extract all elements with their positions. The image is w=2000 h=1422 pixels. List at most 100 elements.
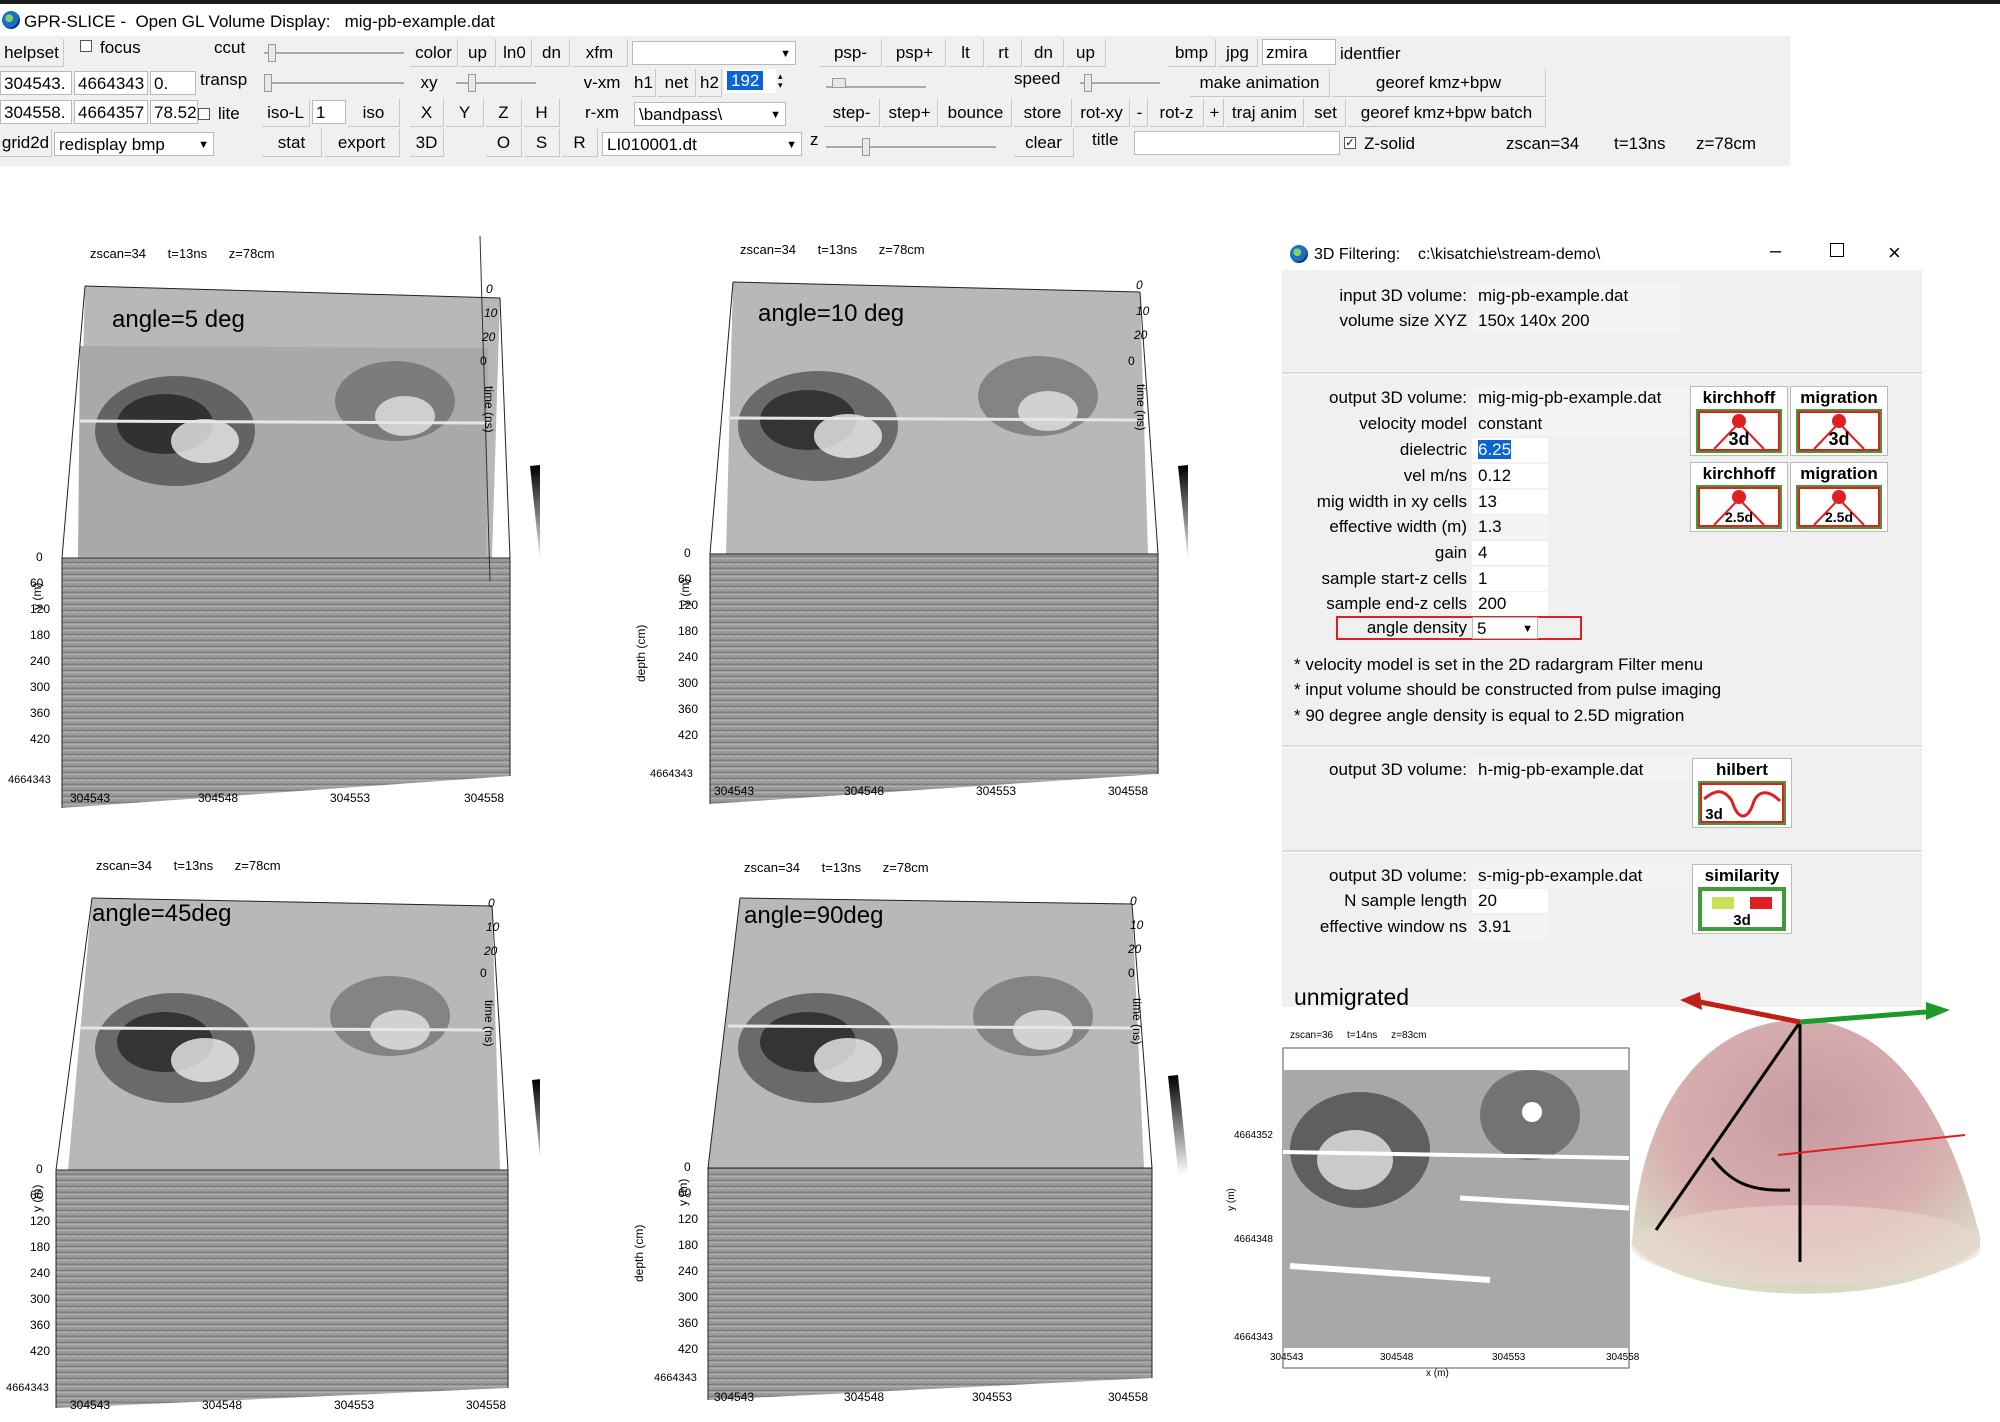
ccut-slider-thumb[interactable] [268,44,276,62]
iso-l-field[interactable]: 1 [312,100,346,124]
coord-z1-field[interactable]: 0. [150,71,196,95]
psp-slider-thumb[interactable] [832,78,846,88]
bmp-button[interactable]: bmp [1168,39,1216,67]
helpset-button[interactable]: helpset [0,39,64,67]
net-button[interactable]: net [658,69,696,97]
transp-slider[interactable] [264,82,404,84]
z-slider-thumb[interactable] [862,138,870,156]
dielectric-input[interactable]: 6.25 [1472,438,1548,462]
sample-start-input[interactable]: 1 [1472,567,1548,591]
jpg-button[interactable]: jpg [1218,39,1258,67]
clear-button[interactable]: clear [1014,129,1074,157]
coord-z2-field[interactable]: 78.52 [150,100,198,124]
o-button[interactable]: O [486,129,522,157]
y-axis-button[interactable]: Y [446,99,484,127]
cube-depth-tick: 240 [678,1264,699,1278]
angle-density-dropdown[interactable]: 5 ▼ [1472,617,1538,639]
kirchhoff-3d-button[interactable]: kirchhoff 3d [1690,386,1788,456]
v-xm-button[interactable]: v-xm [576,69,628,97]
n-sample-input[interactable]: 20 [1472,889,1548,913]
speed-slider[interactable] [1080,82,1160,84]
export-button[interactable]: export [324,129,400,157]
dn-view-button[interactable]: dn [1024,39,1064,67]
georef-batch-button[interactable]: georef kmz+bpw batch [1348,99,1546,127]
xfm-dropdown[interactable]: ▼ [632,41,796,65]
title-input[interactable] [1134,131,1340,155]
ln0-button[interactable]: ln0 [498,39,532,67]
step-plus-button[interactable]: step+ [882,99,938,127]
xy-slider-thumb[interactable] [468,74,476,92]
coord-y2-field[interactable]: 4664357 [74,100,148,124]
iso-l-button[interactable]: iso-L [262,99,310,127]
volume-view-1[interactable]: zscan=34 t=13ns z=78cm angle=5 deg [0,236,540,816]
r-xm-button[interactable]: r-xm [576,99,628,127]
psp-plus-button[interactable]: psp+ [884,39,946,67]
similarity-button[interactable]: similarity 3d [1692,864,1792,934]
iso-button[interactable]: iso [348,99,400,127]
zmira-field[interactable]: zmira [1262,39,1336,65]
rot-xy-button[interactable]: rot-xy [1074,99,1130,127]
3d-view-button[interactable]: 3D [410,129,444,157]
ccut-slider[interactable] [264,52,404,54]
migration-3d-button[interactable]: migration 3d [1790,386,1888,456]
volume-view-4[interactable]: zscan=34 t=13ns z=78cm angle=90deg [648,848,1188,1418]
volume-view-2[interactable]: zscan=34 t=13ns z=78cm angle=10 deg [648,236,1188,816]
r-button[interactable]: R [562,129,598,157]
transp-slider-thumb[interactable] [264,74,272,92]
z-axis-button[interactable]: Z [486,99,522,127]
redisplay-dropdown[interactable]: redisplay bmp ▼ [54,132,214,156]
h-axis-button[interactable]: H [524,99,560,127]
lite-checkbox[interactable] [198,108,210,120]
step-minus-button[interactable]: step- [824,99,880,127]
migration-2-5d-button[interactable]: migration 2.5d [1790,462,1888,532]
stat-button[interactable]: stat [262,129,322,157]
rot-xy-minus-button[interactable]: - [1132,99,1148,127]
x-axis-button[interactable]: X [410,99,444,127]
h2-button[interactable]: h2 [698,69,722,97]
hilbert-button[interactable]: hilbert 3d [1692,758,1792,828]
traj-anim-button[interactable]: traj anim [1226,99,1304,127]
bounce-button[interactable]: bounce [940,99,1012,127]
angle-label: angle=45deg [92,900,232,927]
gain-input[interactable]: 4 [1472,541,1548,565]
bandpass-dropdown[interactable]: \bandpass\ ▼ [634,102,786,126]
h2-value-field[interactable]: 192 [724,69,776,93]
grid2d-button[interactable]: grid2d [0,129,52,157]
mig-width-input[interactable]: 13 [1472,490,1548,514]
focus-checkbox[interactable] [80,40,92,52]
h2-spin-arrows[interactable]: ▴ ▾ [778,72,783,90]
z-slider[interactable] [826,146,996,148]
coord-x1-field[interactable]: 304543. [0,71,72,95]
lt-button[interactable]: lt [948,39,984,67]
h1-button[interactable]: h1 [632,69,656,97]
volume-view-3[interactable]: zscan=34 t=13ns z=78cm angle=45deg [0,848,540,1418]
up-button[interactable]: up [460,39,496,67]
set-button[interactable]: set [1306,99,1346,127]
rt-button[interactable]: rt [986,39,1022,67]
file-dropdown[interactable]: LI010001.dt ▼ [602,132,802,156]
minimize-icon[interactable]: – [1770,240,1781,263]
georef-kmz-button[interactable]: georef kmz+bpw [1332,69,1546,97]
psp-minus-button[interactable]: psp- [820,39,882,67]
vel-input[interactable]: 0.12 [1472,464,1548,488]
maximize-icon[interactable] [1830,243,1844,257]
store-button[interactable]: store [1014,99,1072,127]
coord-y1-field[interactable]: 4664343 [74,71,148,95]
up-view-button[interactable]: up [1066,39,1106,67]
close-icon[interactable]: × [1888,240,1901,266]
xfm-button[interactable]: xfm [572,39,628,67]
xy-button[interactable]: xy [410,69,448,97]
rot-z-button[interactable]: rot-z [1150,99,1204,127]
rot-z-plus-button[interactable]: + [1206,99,1224,127]
unmigrated-slice-view[interactable]: zscan=36 t=14ns z=83cm 4664352 4664348 4… [1226,1030,1639,1390]
sample-end-input[interactable]: 200 [1472,592,1548,616]
color-button[interactable]: color [410,39,458,67]
chevron-down-icon: ▼ [198,139,209,151]
kirchhoff-2-5d-button[interactable]: kirchhoff 2.5d [1690,462,1788,532]
dn-button[interactable]: dn [534,39,570,67]
s-button[interactable]: S [524,129,560,157]
z-solid-checkbox[interactable]: ✓ [1344,137,1356,149]
make-animation-button[interactable]: make animation [1190,69,1330,97]
coord-x2-field[interactable]: 304558. [0,100,72,124]
speed-slider-thumb[interactable] [1084,74,1092,92]
